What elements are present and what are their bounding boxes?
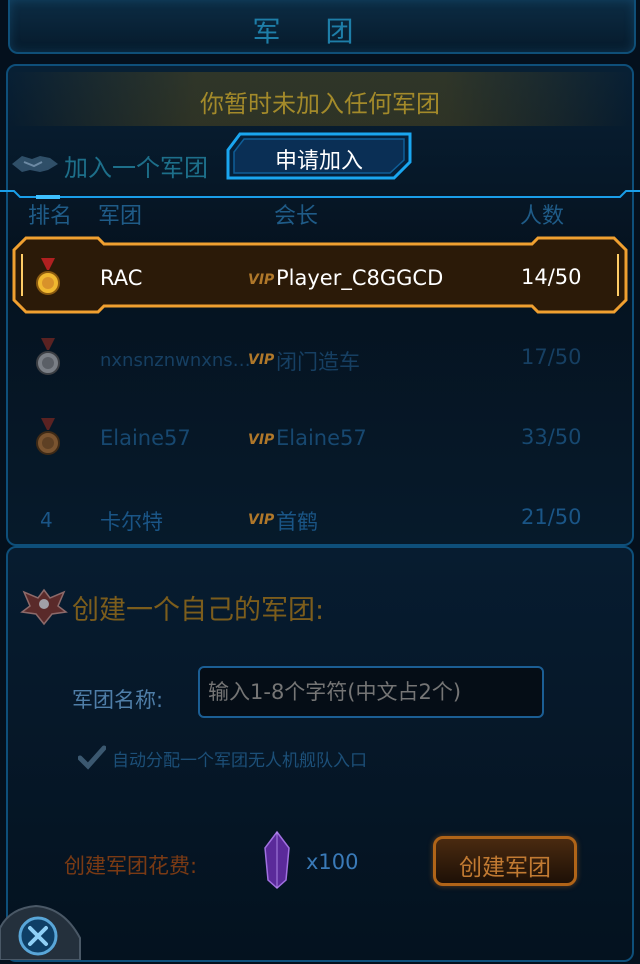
leader-name: Player_C8GGCD: [276, 266, 444, 290]
rank-number: 4: [40, 508, 53, 532]
bronze-medal-icon: [31, 418, 65, 458]
header-members: 人数: [520, 204, 565, 229]
table-row[interactable]: RAC VIP Player_C8GGCD 14/50: [0, 236, 640, 316]
leader-name: 闭门造车: [276, 350, 360, 374]
close-button[interactable]: [0, 898, 82, 961]
guild-name-label: 军团名称:: [72, 688, 164, 712]
apply-join-label: 申请加入: [274, 149, 363, 174]
create-guild-button[interactable]: 创建军团: [433, 836, 577, 886]
leader-name: Elaine57: [276, 426, 367, 450]
guild-name: Elaine57: [100, 426, 191, 450]
vip-badge: VIP: [248, 352, 275, 368]
member-count: 21/50: [521, 505, 582, 529]
header-guild: 军团: [98, 204, 143, 229]
guild-name-input[interactable]: [198, 666, 544, 718]
handshake-icon: [10, 150, 60, 176]
member-count: 14/50: [521, 265, 582, 289]
create-guild-title: 创建一个自己的军团:: [72, 595, 325, 626]
cost-value: x100: [306, 850, 359, 874]
checkmark-icon[interactable]: [77, 744, 107, 770]
purple-crystal-icon: [262, 830, 292, 890]
auto-assign-label: 自动分配一个军团无人机舰队入口: [112, 751, 367, 771]
member-count: 33/50: [521, 425, 582, 449]
notice-text: 你暂时未加入任何军团: [200, 90, 440, 118]
header-divider: [0, 184, 640, 199]
silver-medal-icon: [31, 338, 65, 378]
table-row[interactable]: nxnsnznwnxns… VIP 闭门造车 17/50: [0, 316, 640, 396]
table-row[interactable]: Elaine57 VIP Elaine57 33/50: [0, 396, 640, 476]
table-row[interactable]: 4 卡尔特 VIP 首鹤 21/50: [0, 476, 640, 556]
gold-medal-icon: [31, 258, 65, 298]
apply-join-button[interactable]: 申请加入: [226, 132, 412, 180]
guild-name: nxnsnznwnxns…: [100, 350, 251, 371]
join-guild-label: 加入一个军团: [64, 154, 208, 182]
vip-badge: VIP: [248, 432, 275, 448]
leader-name: 首鹤: [276, 510, 318, 534]
eagle-emblem-icon: [20, 584, 68, 626]
member-count: 17/50: [521, 345, 582, 369]
header-rank: 排名: [28, 204, 73, 229]
vip-badge: VIP: [248, 272, 275, 288]
cost-label: 创建军团花费:: [64, 854, 198, 878]
guild-name: RAC: [100, 266, 143, 290]
create-guild-button-label: 创建军团: [459, 855, 551, 881]
header-leader: 会长: [274, 204, 319, 229]
page-title: 军 团: [252, 15, 372, 48]
vip-badge: VIP: [248, 512, 275, 528]
guild-name: 卡尔特: [100, 510, 163, 534]
